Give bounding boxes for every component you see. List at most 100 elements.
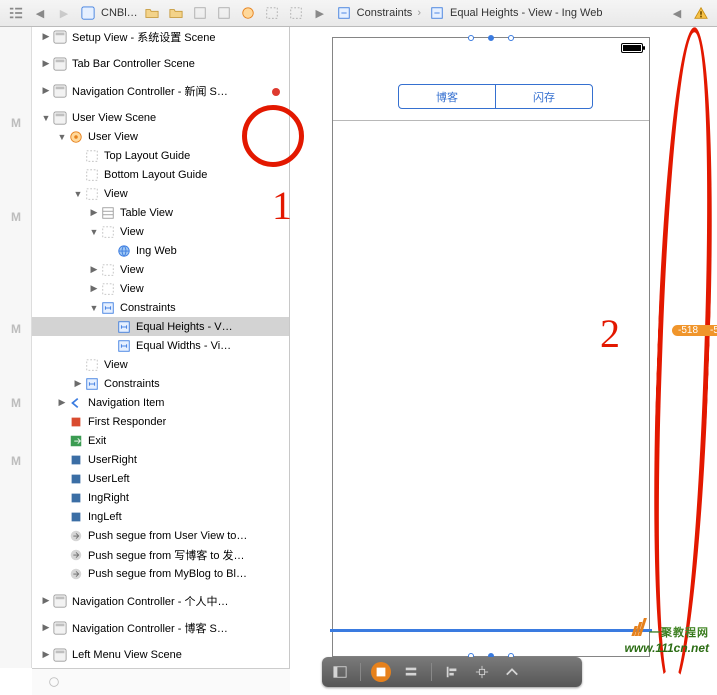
vc-icon[interactable] [238,4,258,22]
outline-label: Push segue from User View to… [88,530,247,542]
view-icon [100,262,116,278]
outline-row[interactable]: ▶Left Menu View Scene [32,645,289,664]
outline-label: Exit [88,435,106,447]
outline-label: View [104,359,128,371]
breadcrumb-label-0: Constraints [357,7,413,19]
marker-m: M [11,210,21,224]
disclosure-triangle-icon[interactable]: ▶ [56,397,68,408]
segmented-control[interactable]: 博客 闪存 [398,84,593,109]
disclosure-triangle-icon[interactable]: ▶ [72,378,84,389]
outline-row[interactable]: ▶Equal Widths - Vi… [32,336,289,355]
disclosure-triangle-icon[interactable]: ▼ [88,227,100,237]
disclosure-triangle-icon[interactable]: ▼ [72,189,84,199]
disclosure-triangle-icon[interactable]: ▶ [40,31,52,42]
disclosure-triangle-icon[interactable]: ▼ [40,113,52,123]
outline-row[interactable]: ▼Constraints [32,298,289,317]
box-icon-2[interactable] [214,4,234,22]
disclosure-triangle-icon[interactable]: ▼ [56,132,68,142]
any-size-icon[interactable] [371,662,391,682]
outline-row[interactable]: ▶Navigation Item [32,393,289,412]
constraint-badge-right: -518 [704,325,717,336]
outline-row[interactable]: ▶UserLeft [32,469,289,488]
marker-m: M [11,454,21,468]
outline-row[interactable]: ▶ View [32,279,289,298]
outline-row[interactable]: ▶Push segue from MyBlog to Bl… [32,564,289,583]
breadcrumb[interactable]: Constraints Equal Heights - View - Ing W… [334,4,663,22]
breadcrumb-project[interactable]: CNBl… [78,4,138,22]
disclosure-triangle-icon[interactable]: ▶ [40,649,52,660]
filter-icon[interactable] [44,673,64,691]
nest-close-icon[interactable]: ▶ [310,4,330,22]
outline-label: View [120,264,144,276]
view-icon[interactable] [262,4,282,22]
disclosure-triangle-icon[interactable]: ▶ [40,622,52,633]
breadcrumb-item-constraints[interactable]: Constraints [334,4,413,22]
outline-label: Navigation Controller - 博客 S… [72,620,228,636]
navitem-icon [68,395,84,411]
outline-row[interactable]: ▶Navigation Controller - 新闻 S… [32,81,289,100]
outline-row[interactable]: ▶UserRight [32,450,289,469]
outline-label: View [120,226,144,238]
pin-icon[interactable] [472,662,492,682]
outline-row[interactable]: ▶Push segue from User View to… [32,526,289,545]
outline-row[interactable]: ▼ View [32,222,289,241]
view-icon-2[interactable] [286,4,306,22]
view-icon [100,281,116,297]
outline-row[interactable]: ▶ View [32,260,289,279]
constraint-indicator[interactable] [330,629,652,632]
breadcrumb-item-equalheights[interactable]: Equal Heights - View - Ing Web [414,4,602,22]
outline-row[interactable]: ▶ Tab Bar Controller Scene [32,54,289,73]
obj-icon [68,452,84,468]
disclosure-triangle-icon[interactable]: ▶ [40,85,52,96]
align-icon[interactable] [442,662,462,682]
outline-row[interactable]: ▶IngRight [32,488,289,507]
outline-row[interactable]: ▶Setup View - 系统设置 Scene [32,27,289,46]
outline-row[interactable]: ▶ Navigation Controller - 博客 S… [32,618,289,637]
outline-row[interactable]: ▶IngLeft [32,507,289,526]
marker-m: M [11,396,21,410]
outline-row[interactable]: ▶Exit [32,431,289,450]
outline-row[interactable]: ▶Equal Heights - V… [32,317,289,336]
marker-m: M [11,322,21,336]
outline-label: Push segue from 写博客 to 发… [88,547,245,563]
disclosure-triangle-icon[interactable]: ▶ [88,283,100,294]
segment-blog[interactable]: 博客 [399,85,496,108]
gutter-modified-markers: M M M M M [0,27,32,668]
outline-row[interactable]: ▶Ing Web [32,241,289,260]
outline-row[interactable]: ▶First Responder [32,412,289,431]
nav-back-icon[interactable]: ◀ [30,4,50,22]
stack-icon[interactable] [401,662,421,682]
outline-row[interactable]: ▶Table View [32,203,289,222]
outline-row[interactable]: ▶View [32,355,289,374]
disclosure-triangle-icon[interactable]: ▼ [88,303,100,313]
folder-icon-2[interactable] [166,4,186,22]
jump-bar-icon[interactable] [6,4,26,22]
folder-icon[interactable] [142,4,162,22]
outline-row[interactable]: ▶Bottom Layout Guide [32,165,289,184]
obj-icon [68,490,84,506]
constraint-badge[interactable]: -518 -518 [672,321,717,339]
resolve-icon[interactable] [502,662,522,682]
disclosure-triangle-icon[interactable]: ▶ [40,595,52,606]
status-bar [333,38,649,58]
warning-icon[interactable] [691,4,711,22]
outline-label: Navigation Controller - 个人中… [72,593,229,609]
outline-row[interactable]: ▶Constraints [32,374,289,393]
outline-row[interactable]: ▶ Navigation Controller - 个人中… [32,591,289,610]
box-icon[interactable] [190,4,210,22]
error-indicator-icon[interactable] [272,88,280,96]
outline-label: Tab Bar Controller Scene [72,58,195,70]
canvas-bottom-toolbar [322,657,582,687]
outline-label: View [120,283,144,295]
disclosure-triangle-icon[interactable]: ▶ [40,58,52,69]
segment-flash[interactable]: 闪存 [496,85,592,108]
nav-back2-icon[interactable]: ◀ [667,4,687,22]
interface-builder-canvas[interactable]: 博客 闪存 [290,27,717,668]
disclosure-triangle-icon[interactable]: ▶ [88,264,100,275]
nav-forward-icon[interactable]: ▶ [54,4,74,22]
toggle-outline-icon[interactable] [330,662,350,682]
selection-handles-top[interactable] [333,35,649,41]
disclosure-triangle-icon[interactable]: ▶ [88,207,100,218]
outline-row[interactable]: ▶Push segue from 写博客 to 发… [32,545,289,564]
outline-row[interactable]: ▼View [32,184,289,203]
